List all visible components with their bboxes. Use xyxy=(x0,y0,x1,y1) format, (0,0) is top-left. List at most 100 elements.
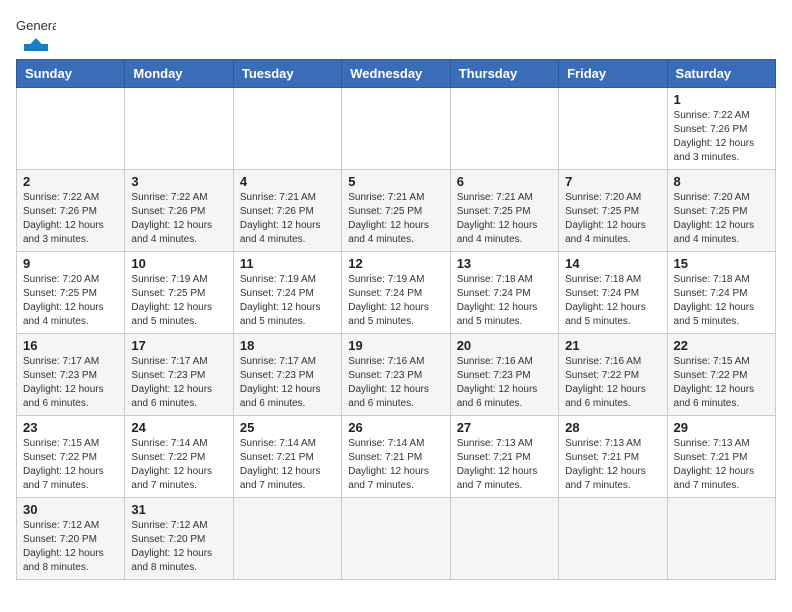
day-number: 18 xyxy=(240,338,335,353)
calendar-cell: 21 Sunrise: 7:16 AM Sunset: 7:22 PM Dayli… xyxy=(559,334,667,416)
calendar-cell xyxy=(667,498,775,580)
calendar-cell xyxy=(125,88,233,170)
day-number: 15 xyxy=(674,256,769,271)
day-number: 10 xyxy=(131,256,226,271)
day-info: Sunrise: 7:17 AM Sunset: 7:23 PM Dayligh… xyxy=(23,355,118,411)
calendar-cell: 20 Sunrise: 7:16 AM Sunset: 7:23 PM Dayli… xyxy=(450,334,558,416)
day-info: Sunrise: 7:18 AM Sunset: 7:24 PM Dayligh… xyxy=(674,273,769,329)
calendar-cell xyxy=(450,88,558,170)
calendar-cell: 19Sunrise: 7:16 AM Sunset: 7:23 PM Dayli… xyxy=(342,334,450,416)
day-number: 6 xyxy=(457,174,552,189)
calendar: SundayMondayTuesdayWednesdayThursdayFrid… xyxy=(16,59,776,580)
calendar-cell: 31 Sunrise: 7:12 AM Sunset: 7:20 PM Dayli… xyxy=(125,498,233,580)
calendar-cell: 2 Sunrise: 7:22 AM Sunset: 7:26 PM Daylig… xyxy=(17,170,125,252)
svg-text:General: General xyxy=(16,18,56,33)
logo-container: General xyxy=(16,16,56,51)
day-number: 31 xyxy=(131,502,226,517)
day-info: Sunrise: 7:18 AM Sunset: 7:24 PM Dayligh… xyxy=(457,273,552,329)
day-info: Sunrise: 7:16 AM Sunset: 7:23 PM Dayligh… xyxy=(457,355,552,411)
day-number: 14 xyxy=(565,256,660,271)
day-info: Sunrise: 7:14 AM Sunset: 7:21 PM Dayligh… xyxy=(240,437,335,493)
calendar-cell: 22Sunrise: 7:15 AM Sunset: 7:22 PM Dayli… xyxy=(667,334,775,416)
day-info: Sunrise: 7:22 AM Sunset: 7:26 PM Dayligh… xyxy=(23,191,118,247)
calendar-cell: 16Sunrise: 7:17 AM Sunset: 7:23 PM Dayli… xyxy=(17,334,125,416)
day-number: 21 xyxy=(565,338,660,353)
week-row-4: 23 Sunrise: 7:15 AM Sunset: 7:22 PM Dayli… xyxy=(17,416,776,498)
day-info: Sunrise: 7:14 AM Sunset: 7:21 PM Dayligh… xyxy=(348,437,443,493)
calendar-cell xyxy=(17,88,125,170)
day-info: Sunrise: 7:21 AM Sunset: 7:25 PM Dayligh… xyxy=(457,191,552,247)
day-number: 1 xyxy=(674,92,769,107)
weekday-header-thursday: Thursday xyxy=(450,60,558,88)
day-info: Sunrise: 7:16 AM Sunset: 7:22 PM Dayligh… xyxy=(565,355,660,411)
calendar-cell: 5 Sunrise: 7:21 AM Sunset: 7:25 PM Daylig… xyxy=(342,170,450,252)
day-info: Sunrise: 7:18 AM Sunset: 7:24 PM Dayligh… xyxy=(565,273,660,329)
day-number: 13 xyxy=(457,256,552,271)
day-info: Sunrise: 7:19 AM Sunset: 7:24 PM Dayligh… xyxy=(240,273,335,329)
day-info: Sunrise: 7:17 AM Sunset: 7:23 PM Dayligh… xyxy=(240,355,335,411)
weekday-header-sunday: Sunday xyxy=(17,60,125,88)
weekday-header-wednesday: Wednesday xyxy=(342,60,450,88)
calendar-cell: 13 Sunrise: 7:18 AM Sunset: 7:24 PM Dayli… xyxy=(450,252,558,334)
day-number: 5 xyxy=(348,174,443,189)
day-number: 8 xyxy=(674,174,769,189)
day-info: Sunrise: 7:20 AM Sunset: 7:25 PM Dayligh… xyxy=(674,191,769,247)
calendar-cell: 1 Sunrise: 7:22 AM Sunset: 7:26 PM Daylig… xyxy=(667,88,775,170)
day-number: 22 xyxy=(674,338,769,353)
weekday-header-row: SundayMondayTuesdayWednesdayThursdayFrid… xyxy=(17,60,776,88)
logo-svg: General xyxy=(16,16,56,51)
day-info: Sunrise: 7:13 AM Sunset: 7:21 PM Dayligh… xyxy=(457,437,552,493)
day-number: 9 xyxy=(23,256,118,271)
calendar-cell: 14 Sunrise: 7:18 AM Sunset: 7:24 PM Dayli… xyxy=(559,252,667,334)
calendar-cell: 8 Sunrise: 7:20 AM Sunset: 7:25 PM Daylig… xyxy=(667,170,775,252)
calendar-cell: 23 Sunrise: 7:15 AM Sunset: 7:22 PM Dayli… xyxy=(17,416,125,498)
day-number: 11 xyxy=(240,256,335,271)
calendar-cell: 24 Sunrise: 7:14 AM Sunset: 7:22 PM Dayli… xyxy=(125,416,233,498)
calendar-cell: 12Sunrise: 7:19 AM Sunset: 7:24 PM Dayli… xyxy=(342,252,450,334)
day-number: 17 xyxy=(131,338,226,353)
weekday-header-friday: Friday xyxy=(559,60,667,88)
calendar-cell: 10Sunrise: 7:19 AM Sunset: 7:25 PM Dayli… xyxy=(125,252,233,334)
day-number: 30 xyxy=(23,502,118,517)
day-number: 24 xyxy=(131,420,226,435)
weekday-header-saturday: Saturday xyxy=(667,60,775,88)
day-number: 23 xyxy=(23,420,118,435)
calendar-cell xyxy=(233,498,341,580)
calendar-cell xyxy=(233,88,341,170)
day-info: Sunrise: 7:21 AM Sunset: 7:26 PM Dayligh… xyxy=(240,191,335,247)
calendar-cell: 17Sunrise: 7:17 AM Sunset: 7:23 PM Dayli… xyxy=(125,334,233,416)
calendar-cell xyxy=(559,88,667,170)
day-number: 3 xyxy=(131,174,226,189)
calendar-cell xyxy=(342,498,450,580)
day-info: Sunrise: 7:20 AM Sunset: 7:25 PM Dayligh… xyxy=(565,191,660,247)
day-info: Sunrise: 7:21 AM Sunset: 7:25 PM Dayligh… xyxy=(348,191,443,247)
week-row-3: 16Sunrise: 7:17 AM Sunset: 7:23 PM Dayli… xyxy=(17,334,776,416)
day-number: 19 xyxy=(348,338,443,353)
day-info: Sunrise: 7:14 AM Sunset: 7:22 PM Dayligh… xyxy=(131,437,226,493)
calendar-cell: 18 Sunrise: 7:17 AM Sunset: 7:23 PM Dayli… xyxy=(233,334,341,416)
day-number: 20 xyxy=(457,338,552,353)
calendar-cell: 30 Sunrise: 7:12 AM Sunset: 7:20 PM Dayli… xyxy=(17,498,125,580)
calendar-cell xyxy=(342,88,450,170)
calendar-cell: 15 Sunrise: 7:18 AM Sunset: 7:24 PM Dayli… xyxy=(667,252,775,334)
day-number: 2 xyxy=(23,174,118,189)
calendar-cell xyxy=(450,498,558,580)
day-number: 27 xyxy=(457,420,552,435)
day-info: Sunrise: 7:13 AM Sunset: 7:21 PM Dayligh… xyxy=(674,437,769,493)
logo: General xyxy=(16,16,56,51)
day-info: Sunrise: 7:20 AM Sunset: 7:25 PM Dayligh… xyxy=(23,273,118,329)
day-number: 29 xyxy=(674,420,769,435)
calendar-cell: 28Sunrise: 7:13 AM Sunset: 7:21 PM Dayli… xyxy=(559,416,667,498)
day-info: Sunrise: 7:22 AM Sunset: 7:26 PM Dayligh… xyxy=(131,191,226,247)
day-info: Sunrise: 7:22 AM Sunset: 7:26 PM Dayligh… xyxy=(674,109,769,165)
weekday-header-tuesday: Tuesday xyxy=(233,60,341,88)
calendar-cell: 25Sunrise: 7:14 AM Sunset: 7:21 PM Dayli… xyxy=(233,416,341,498)
calendar-cell: 29 Sunrise: 7:13 AM Sunset: 7:21 PM Dayli… xyxy=(667,416,775,498)
day-info: Sunrise: 7:12 AM Sunset: 7:20 PM Dayligh… xyxy=(23,519,118,575)
week-row-5: 30 Sunrise: 7:12 AM Sunset: 7:20 PM Dayli… xyxy=(17,498,776,580)
day-info: Sunrise: 7:12 AM Sunset: 7:20 PM Dayligh… xyxy=(131,519,226,575)
calendar-cell: 27 Sunrise: 7:13 AM Sunset: 7:21 PM Dayli… xyxy=(450,416,558,498)
day-number: 4 xyxy=(240,174,335,189)
day-info: Sunrise: 7:15 AM Sunset: 7:22 PM Dayligh… xyxy=(23,437,118,493)
header: General xyxy=(16,16,776,51)
